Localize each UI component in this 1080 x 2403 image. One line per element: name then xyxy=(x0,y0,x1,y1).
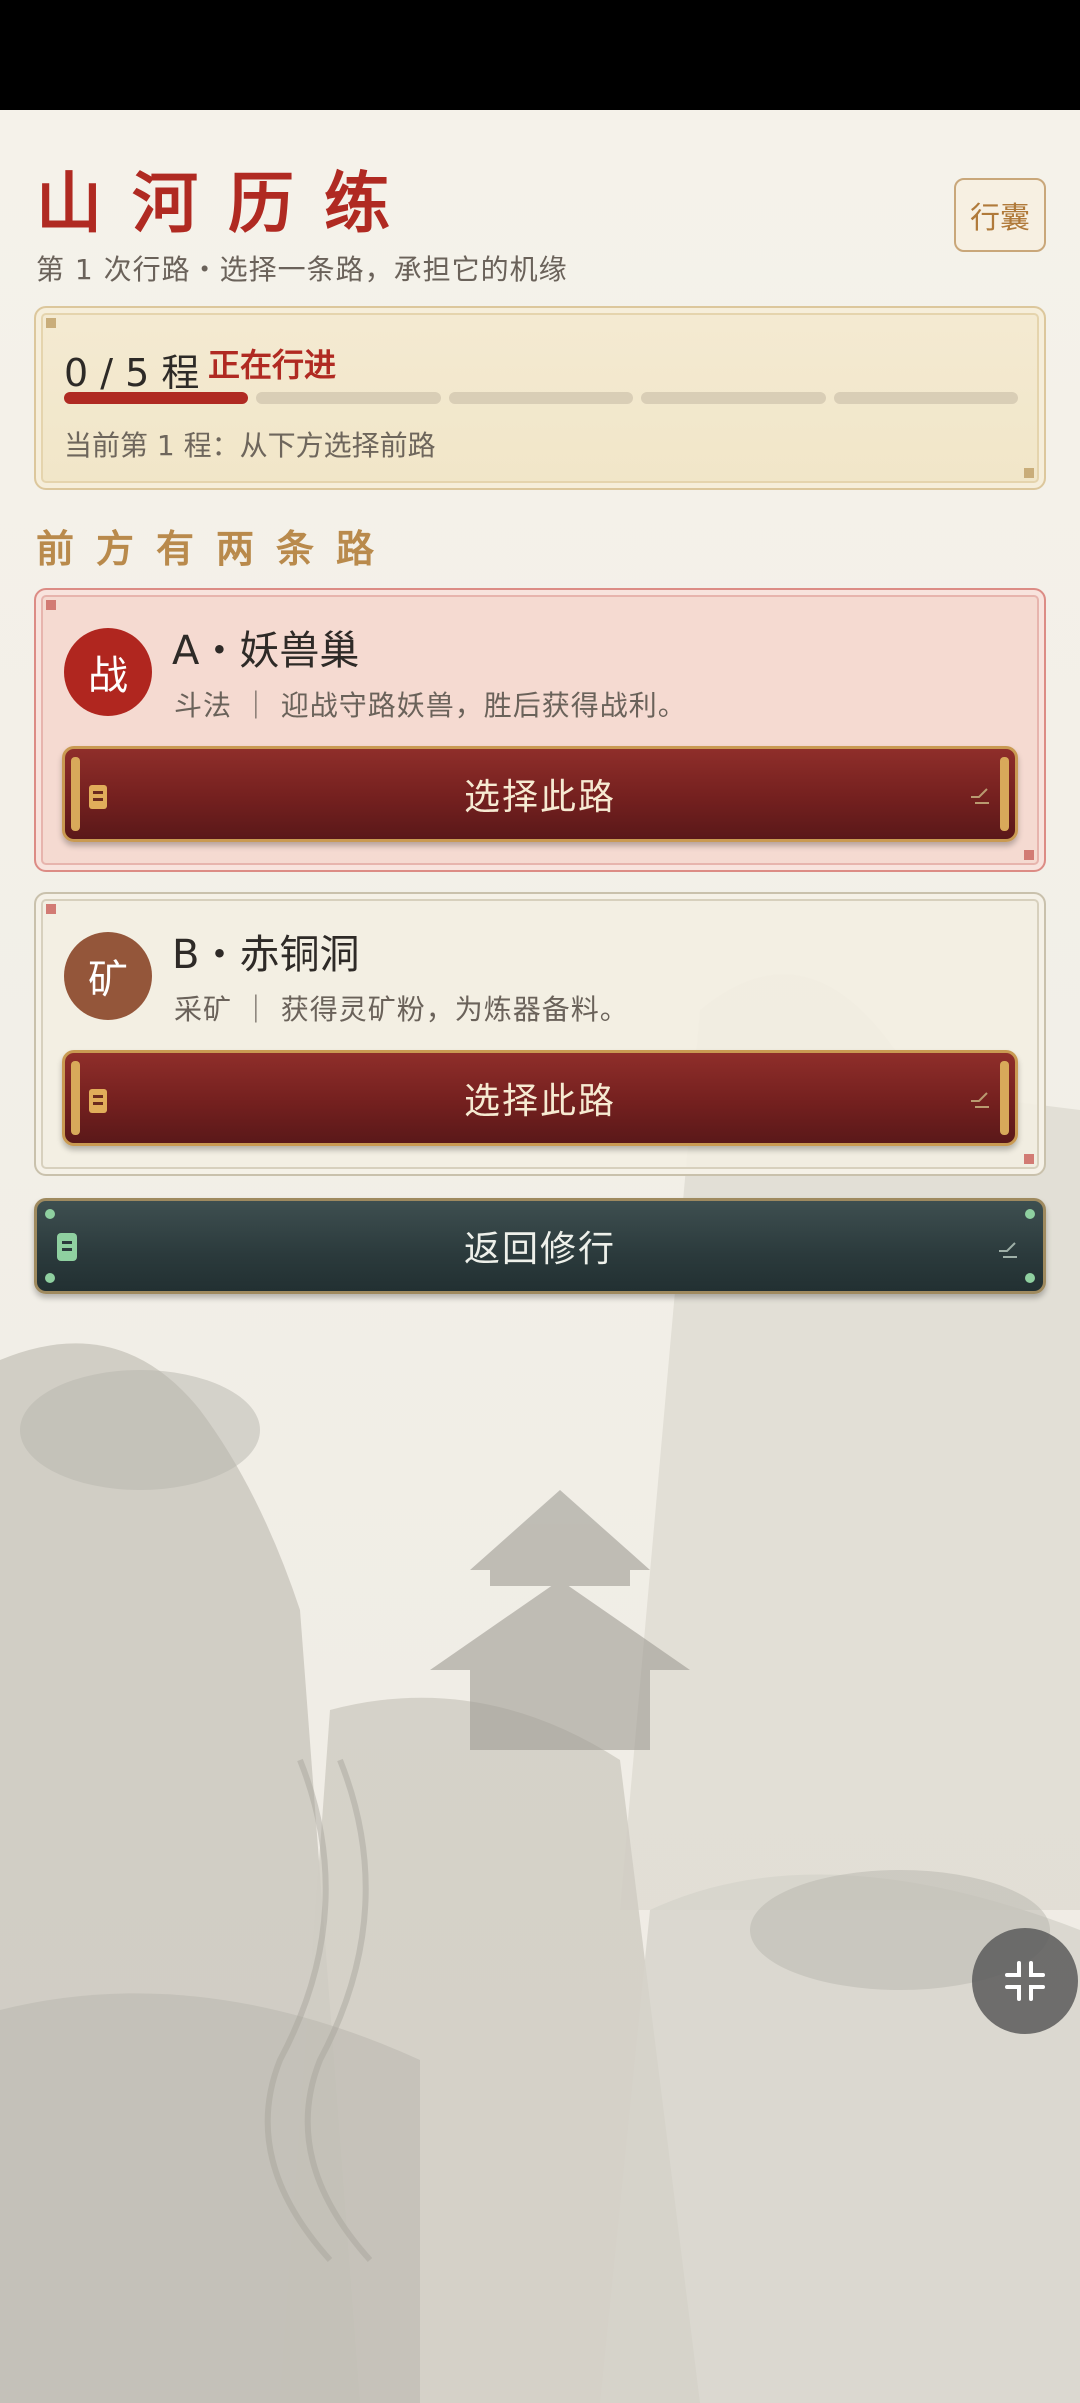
select-path-label: 选择此路 xyxy=(463,777,616,818)
collapse-icon xyxy=(1005,1961,1045,2001)
button-edge xyxy=(1000,1061,1009,1135)
progress-segment xyxy=(641,392,826,404)
progress-segment xyxy=(256,392,441,404)
return-cultivation-button[interactable]: 返回修行 xyxy=(34,1198,1046,1294)
path-description: 采矿 ｜ 获得灵矿粉，为炼器备料。 xyxy=(174,993,629,1026)
corner-dot xyxy=(1025,1273,1035,1283)
scroll-icon xyxy=(89,785,107,809)
path-card-a: 战 A・妖兽巢 斗法 ｜ 迎战守路妖兽，胜后获得战利。 选择此路 xyxy=(34,588,1046,872)
select-path-b-button[interactable]: 选择此路 xyxy=(62,1050,1018,1146)
path-description: 斗法 ｜ 迎战守路妖兽，胜后获得战利。 xyxy=(174,689,687,722)
path-name: B・赤铜洞 xyxy=(172,932,360,978)
corner-deco-icon xyxy=(971,1092,989,1108)
path-card-b: 矿 B・赤铜洞 采矿 ｜ 获得灵矿粉，为炼器备料。 选择此路 xyxy=(34,892,1046,1176)
progress-note: 当前第 1 程：从下方选择前路 xyxy=(64,429,436,462)
corner-dot xyxy=(45,1209,55,1219)
collapse-button[interactable] xyxy=(972,1928,1078,2034)
progress-segment xyxy=(448,392,634,404)
corner-dot xyxy=(1025,1209,1035,1219)
progress-track xyxy=(64,392,1019,404)
page-title: 山河历练 xyxy=(36,164,420,242)
path-avatar: 矿 xyxy=(64,932,152,1020)
corner-ornament xyxy=(1024,468,1034,478)
path-avatar: 战 xyxy=(64,628,152,716)
progress-status: 正在行进 xyxy=(208,346,337,384)
progress-segment xyxy=(64,392,249,404)
progress-segment xyxy=(833,392,1019,404)
corner-ornament xyxy=(46,318,56,328)
progress-count: 0 / 5 程 xyxy=(64,351,200,395)
button-edge xyxy=(1000,757,1009,831)
scroll-icon xyxy=(89,1089,107,1113)
status-bar xyxy=(0,0,1080,110)
section-title: 前方有两条路 xyxy=(36,526,397,571)
bag-button[interactable]: 行囊 xyxy=(954,178,1046,252)
select-path-a-button[interactable]: 选择此路 xyxy=(62,746,1018,842)
progress-card: 0 / 5 程 正在行进 当前第 1 程：从下方选择前路 xyxy=(34,306,1046,490)
button-edge xyxy=(71,1061,80,1135)
button-edge xyxy=(71,757,80,831)
corner-deco-icon xyxy=(999,1242,1017,1258)
corner-ornament xyxy=(46,904,56,914)
corner-ornament xyxy=(1024,850,1034,860)
corner-dot xyxy=(45,1273,55,1283)
return-label: 返回修行 xyxy=(463,1229,616,1270)
page-header: 山河历练 第 1 次行路・选择一条路，承担它的机缘 行囊 xyxy=(36,150,1046,290)
badge-icon xyxy=(57,1233,77,1261)
corner-deco-icon xyxy=(971,788,989,804)
corner-ornament xyxy=(46,600,56,610)
corner-ornament xyxy=(1024,1154,1034,1164)
path-name: A・妖兽巢 xyxy=(172,628,360,674)
select-path-label: 选择此路 xyxy=(463,1081,616,1122)
page-subtitle: 第 1 次行路・选择一条路，承担它的机缘 xyxy=(36,253,568,286)
